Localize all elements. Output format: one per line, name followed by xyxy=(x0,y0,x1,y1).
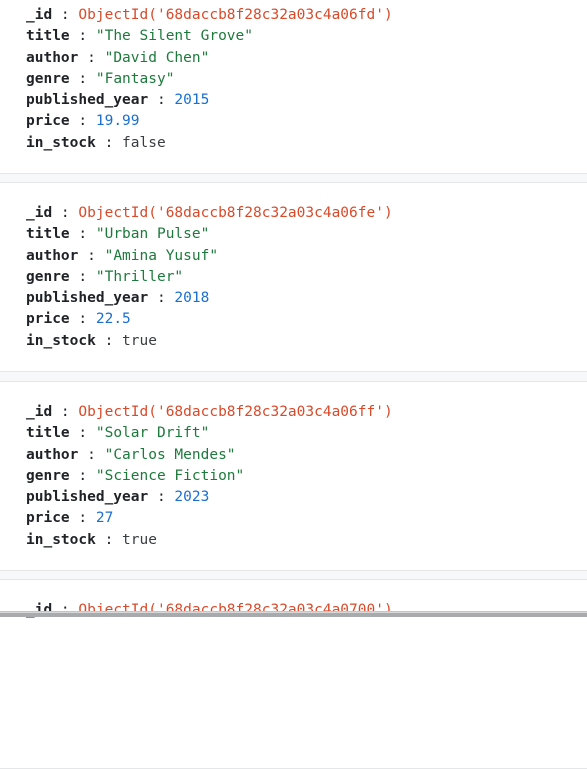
field-key: in_stock xyxy=(26,332,96,349)
field-id: _id : ObjectId('68daccb8f28c32a03c4a06fe… xyxy=(26,203,393,224)
field-value: ObjectId('68daccb8f28c32a03c4a06ff') xyxy=(78,404,393,420)
field-value: "Amina Yusuf" xyxy=(104,247,219,264)
field-value: "Solar Drift" xyxy=(95,425,210,442)
field-separator: : xyxy=(78,446,105,463)
document-card[interactable]: _id : ObjectId('68daccb8f28c32a03c4a06fd… xyxy=(0,0,587,174)
field-author: author : "Amina Yusuf" xyxy=(26,246,393,267)
field-separator: : xyxy=(148,92,175,109)
field-key: _id xyxy=(26,205,53,221)
field-key: price xyxy=(26,510,70,527)
field-key: price xyxy=(26,311,70,328)
field-separator: : xyxy=(95,134,123,151)
field-key: _id xyxy=(26,404,53,420)
field-separator: : xyxy=(78,49,105,66)
field-separator: : xyxy=(69,70,96,87)
field-in-stock: in_stock : false xyxy=(26,133,393,154)
field-value: 2018 xyxy=(174,290,210,307)
field-separator: : xyxy=(69,226,96,243)
field-value: false xyxy=(122,134,166,151)
field-key: author xyxy=(26,49,79,66)
field-title: title : "The Silent Grove" xyxy=(26,26,393,47)
field-separator: : xyxy=(69,510,96,527)
document-fields: _id : ObjectId('68daccb8f28c32a03c4a06fe… xyxy=(26,203,393,352)
scrollbar-thumb[interactable] xyxy=(0,613,587,617)
field-value: "The Silent Grove" xyxy=(95,28,253,45)
document-card[interactable]: _id : ObjectId('68daccb8f28c32a03c4a06fe… xyxy=(0,182,587,372)
field-key: genre xyxy=(26,70,70,87)
field-key: _id xyxy=(26,7,53,23)
field-key: in_stock xyxy=(26,531,96,548)
field-value: 2023 xyxy=(174,489,210,506)
field-in-stock: in_stock : true xyxy=(26,530,393,551)
field-value: "Thriller" xyxy=(95,268,184,285)
field-separator: : xyxy=(95,332,123,349)
field-key: price xyxy=(26,113,70,130)
field-author: author : "Carlos Mendes" xyxy=(26,445,393,466)
field-price: price : 22.5 xyxy=(26,309,393,330)
field-separator: : xyxy=(52,205,79,221)
field-value: "Fantasy" xyxy=(95,70,175,87)
field-separator: : xyxy=(95,531,123,548)
field-key: in_stock xyxy=(26,134,96,151)
field-separator: : xyxy=(78,247,105,264)
document-card[interactable]: _id : ObjectId('68daccb8f28c32a03c4a0700… xyxy=(0,579,587,769)
field-published-year: published_year : 2018 xyxy=(26,288,393,309)
field-value: "Urban Pulse" xyxy=(95,226,210,243)
field-value: "Carlos Mendes" xyxy=(104,446,236,463)
field-separator: : xyxy=(69,268,96,285)
field-value: "David Chen" xyxy=(104,49,210,66)
field-price: price : 19.99 xyxy=(26,111,393,132)
field-title: title : "Urban Pulse" xyxy=(26,224,393,245)
field-key: published_year xyxy=(26,92,149,109)
field-key: genre xyxy=(26,467,70,484)
field-separator: : xyxy=(69,113,96,130)
field-in-stock: in_stock : true xyxy=(26,331,393,352)
field-value: 27 xyxy=(95,510,114,527)
field-published-year: published_year : 2015 xyxy=(26,90,393,111)
document-fields: _id : ObjectId('68daccb8f28c32a03c4a06ff… xyxy=(26,402,393,551)
field-value: 22.5 xyxy=(95,311,131,328)
field-value: ObjectId('68daccb8f28c32a03c4a06fe') xyxy=(78,205,393,221)
field-genre: genre : "Fantasy" xyxy=(26,69,393,90)
field-separator: : xyxy=(69,28,96,45)
field-value: 19.99 xyxy=(95,113,140,130)
field-separator: : xyxy=(52,404,79,420)
field-key: published_year xyxy=(26,290,149,307)
field-genre: genre : "Science Fiction" xyxy=(26,466,393,487)
field-key: title xyxy=(26,425,70,442)
field-published-year: published_year : 2023 xyxy=(26,487,393,508)
horizontal-scrollbar[interactable] xyxy=(0,611,587,617)
field-value: true xyxy=(122,332,157,349)
field-value: "Science Fiction" xyxy=(95,467,245,484)
field-key: published_year xyxy=(26,489,149,506)
field-key: title xyxy=(26,28,70,45)
field-separator: : xyxy=(69,425,96,442)
field-separator: : xyxy=(69,311,96,328)
field-title: title : "Solar Drift" xyxy=(26,423,393,444)
field-separator: : xyxy=(148,290,175,307)
field-price: price : 27 xyxy=(26,508,393,529)
field-id: _id : ObjectId('68daccb8f28c32a03c4a06ff… xyxy=(26,402,393,423)
document-fields: _id : ObjectId('68daccb8f28c32a03c4a06fd… xyxy=(26,5,393,154)
field-genre: genre : "Thriller" xyxy=(26,267,393,288)
field-key: title xyxy=(26,226,70,243)
field-value: 2015 xyxy=(174,92,210,109)
field-author: author : "David Chen" xyxy=(26,48,393,69)
field-separator: : xyxy=(148,489,175,506)
field-separator: : xyxy=(69,467,96,484)
field-separator: : xyxy=(52,7,79,23)
field-id: _id : ObjectId('68daccb8f28c32a03c4a06fd… xyxy=(26,5,393,26)
field-key: author xyxy=(26,446,79,463)
field-key: genre xyxy=(26,268,70,285)
document-card[interactable]: _id : ObjectId('68daccb8f28c32a03c4a06ff… xyxy=(0,381,587,571)
field-value: ObjectId('68daccb8f28c32a03c4a06fd') xyxy=(78,7,393,23)
field-key: author xyxy=(26,247,79,264)
field-value: true xyxy=(122,531,157,548)
